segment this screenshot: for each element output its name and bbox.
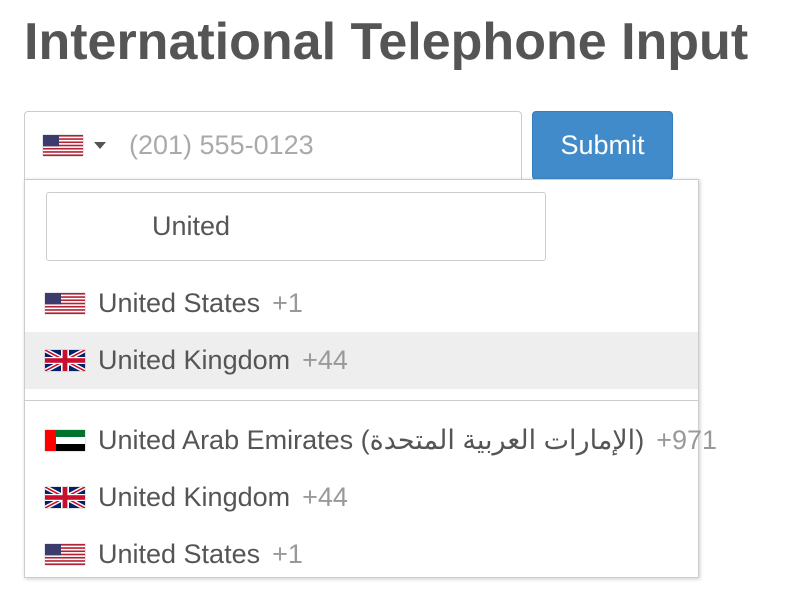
country-item-united-states[interactable]: United States +1 [25, 526, 698, 583]
dial-code: +971 [656, 425, 718, 455]
country-item-united-states-preferred[interactable]: United States +1 [25, 275, 698, 332]
uk-flag-icon [45, 487, 85, 508]
phone-input-group [24, 111, 522, 180]
uk-flag-icon [45, 350, 85, 371]
country-item-united-arab-emirates[interactable]: United Arab Emirates (‫الإمارات العربية … [25, 412, 717, 469]
country-name: United Kingdom [98, 345, 291, 375]
country-name: United States [98, 539, 261, 569]
phone-number-input[interactable] [129, 112, 509, 179]
country-item-united-kingdom-preferred[interactable]: United Kingdom +44 [25, 332, 698, 389]
country-search-input[interactable] [46, 192, 546, 261]
uae-flag-icon [45, 430, 85, 451]
list-divider [25, 400, 698, 401]
dial-code: +1 [272, 288, 303, 318]
dial-code: +1 [272, 539, 303, 569]
country-selector[interactable] [25, 112, 121, 179]
country-dropdown: United States +1 United Kingdom +44 Unit… [24, 179, 717, 578]
country-name: United Arab Emirates (‫الإمارات العربية … [98, 425, 645, 455]
country-name: United States [98, 288, 261, 318]
us-flag-icon [45, 544, 85, 565]
dial-code: +44 [302, 482, 348, 512]
dial-code: +44 [302, 345, 348, 375]
country-name: United Kingdom [98, 482, 291, 512]
country-list: United States +1 United Kingdom +44 Unit… [25, 275, 717, 583]
page-title: International Telephone Input [24, 13, 749, 71]
country-item-united-kingdom[interactable]: United Kingdom +44 [25, 469, 698, 526]
us-flag-icon [45, 293, 85, 314]
submit-button[interactable]: Submit [532, 111, 673, 180]
caret-down-icon [94, 142, 106, 149]
us-flag-icon [43, 135, 83, 156]
